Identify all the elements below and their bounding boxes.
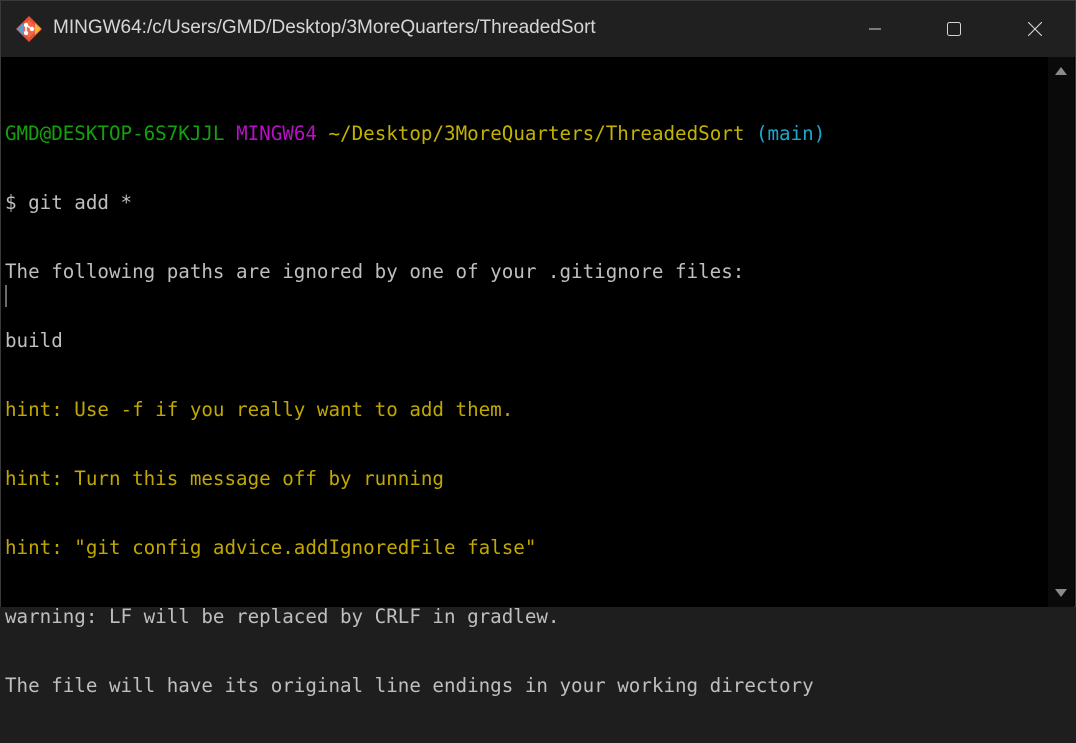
title-bar[interactable]: MINGW64:/c/Users/GMD/Desktop/3MoreQuarte… xyxy=(1,1,1075,57)
terminal-window: MINGW64:/c/Users/GMD/Desktop/3MoreQuarte… xyxy=(0,0,1076,697)
window-title: MINGW64:/c/Users/GMD/Desktop/3MoreQuarte… xyxy=(53,17,596,38)
output-line: build xyxy=(5,329,63,352)
output-line: The following paths are ignored by one o… xyxy=(5,260,745,283)
terminal-output-area[interactable]: GMD@DESKTOP-6S7KJJL MINGW64 ~/Desktop/3M… xyxy=(1,57,1049,697)
close-icon xyxy=(1028,22,1042,36)
prompt-env: MINGW64 xyxy=(236,122,317,145)
prompt-user-host: GMD@DESKTOP-6S7KJJL xyxy=(5,122,225,145)
warning-line: warning: LF will be replaced by CRLF in … xyxy=(5,605,560,628)
vertical-scrollbar[interactable] xyxy=(1048,57,1074,607)
minimize-icon xyxy=(869,28,881,30)
scroll-up-arrow-icon[interactable] xyxy=(1055,67,1067,75)
maximize-icon xyxy=(947,22,961,36)
maximize-button[interactable] xyxy=(918,1,990,57)
output-line: The file will have its original line end… xyxy=(5,674,814,697)
close-button[interactable] xyxy=(999,1,1071,57)
text-cursor xyxy=(5,285,7,307)
hint-line: hint: "git config advice.addIgnoredFile … xyxy=(5,536,537,559)
minimize-button[interactable] xyxy=(839,1,911,57)
terminal-lines: GMD@DESKTOP-6S7KJJL MINGW64 ~/Desktop/3M… xyxy=(5,76,825,743)
hint-line: hint: Turn this message off by running xyxy=(5,467,444,490)
prompt-branch: (main) xyxy=(755,122,826,145)
command-line: $ git add * xyxy=(5,191,133,214)
scroll-down-arrow-icon[interactable] xyxy=(1055,589,1067,597)
prompt-path: ~/Desktop/3MoreQuarters/ThreadedSort xyxy=(328,122,745,145)
prompt-line: GMD@DESKTOP-6S7KJJL MINGW64 ~/Desktop/3M… xyxy=(5,122,825,145)
hint-line: hint: Use -f if you really want to add t… xyxy=(5,398,514,421)
git-bash-icon xyxy=(16,16,42,42)
